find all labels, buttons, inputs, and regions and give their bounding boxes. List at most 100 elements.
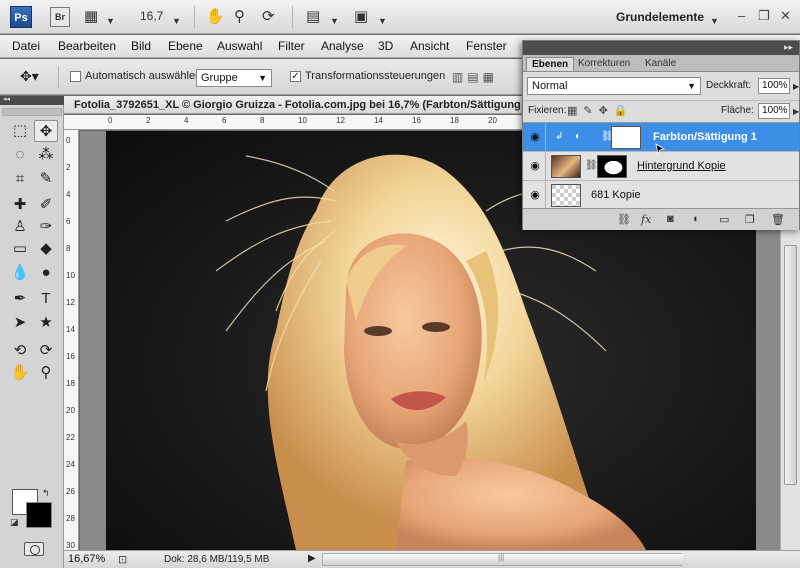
align-buttons-icon[interactable]: ▥▤▦: [452, 70, 498, 84]
zoom-dropdown-icon[interactable]: ▼: [172, 12, 181, 30]
opacity-field[interactable]: 100%: [758, 78, 790, 94]
3d-rotate-icon[interactable]: ⟲: [8, 340, 32, 362]
hand-icon[interactable]: ✋: [8, 362, 32, 384]
tab-korrekturen[interactable]: Korrekturen: [573, 57, 635, 71]
auto-select-dropdown[interactable]: Gruppe ▼: [196, 69, 272, 87]
type-tool-icon[interactable]: T: [34, 288, 58, 310]
eyedropper-icon[interactable]: ✎: [34, 168, 58, 190]
eye-icon[interactable]: ◉: [528, 189, 542, 201]
trash-icon[interactable]: 🗑: [771, 213, 785, 226]
transform-controls-checkbox[interactable]: ✓: [290, 71, 301, 82]
tools-panel-grip[interactable]: [2, 108, 62, 116]
workspace-dropdown-icon[interactable]: ▼: [710, 12, 719, 30]
tools-panel-collapse-icon[interactable]: ◂◂: [0, 96, 64, 105]
auto-select-checkbox[interactable]: [70, 71, 81, 82]
healing-brush-icon[interactable]: ✚: [8, 194, 32, 216]
arrange-documents-icon[interactable]: ▤: [306, 8, 320, 26]
new-layer-icon[interactable]: ❐: [745, 213, 755, 226]
layer-thumbnail[interactable]: [551, 155, 581, 178]
layer-name[interactable]: Hintergrund Kopie: [637, 160, 726, 172]
eye-icon[interactable]: ◉: [528, 160, 542, 172]
status-menu-arrow-icon[interactable]: ▶: [308, 553, 316, 564]
screen-mode-icon[interactable]: ▣: [354, 8, 368, 26]
bridge-button[interactable]: Br: [50, 7, 70, 27]
brush-icon[interactable]: ✐: [34, 194, 58, 216]
restore-icon[interactable]: ❐: [758, 8, 770, 24]
eraser-icon[interactable]: ▭: [8, 238, 32, 260]
move-tool-preset-icon[interactable]: ✥▾: [20, 68, 39, 85]
opacity-slider-icon[interactable]: ▶: [793, 82, 799, 91]
document-tab[interactable]: Fotolia_3792651_XL © Giorgio Gruizza - F…: [64, 96, 522, 114]
zoom-tool-icon[interactable]: ⚲: [234, 8, 245, 26]
pen-icon[interactable]: ✒: [8, 288, 32, 310]
menu-ebene[interactable]: Ebene: [168, 39, 203, 53]
menu-filter[interactable]: Filter: [278, 39, 305, 53]
clone-stamp-icon[interactable]: ♙: [8, 216, 32, 238]
menu-fenster[interactable]: Fenster: [466, 39, 507, 53]
dodge-icon[interactable]: ●: [34, 262, 58, 284]
background-color-swatch[interactable]: [26, 502, 52, 528]
marquee-icon[interactable]: ⬚: [8, 120, 32, 142]
menu-datei[interactable]: Datei: [12, 39, 40, 53]
layer-row[interactable]: ◉ ⛓ Hintergrund Kopie: [523, 152, 799, 181]
crop-icon[interactable]: ⌗: [8, 168, 32, 190]
tab-ebenen[interactable]: Ebenen: [526, 57, 575, 71]
rotate-view-icon[interactable]: ⟳: [262, 8, 275, 26]
menu-auswahl[interactable]: Auswahl: [217, 39, 262, 53]
film-strip-icon[interactable]: ▦: [84, 8, 98, 26]
fx-icon[interactable]: fx: [641, 213, 651, 226]
default-colors-icon[interactable]: ◪: [10, 517, 19, 528]
lock-options-icon[interactable]: ▦✎✥🔒: [567, 104, 634, 117]
move-tool-icon[interactable]: ✥: [34, 120, 58, 142]
vertical-ruler[interactable]: 0 2 4 6 8 10 12 14 16 18 20 22 24 26 28 30: [64, 130, 79, 550]
history-brush-icon[interactable]: ✑: [34, 216, 58, 238]
status-options-icon[interactable]: ⊡: [118, 553, 127, 566]
tab-kanaele[interactable]: Kanäle: [640, 57, 681, 71]
layer-mask-thumbnail[interactable]: [611, 126, 641, 149]
panel-header[interactable]: ▸▸: [523, 41, 799, 55]
chevron-down-icon[interactable]: ▼: [330, 12, 339, 30]
workspace-switcher[interactable]: Grundelemente: [616, 10, 704, 24]
swap-colors-icon[interactable]: ↰: [42, 488, 50, 499]
fill-field[interactable]: 100%: [758, 103, 790, 119]
layer-name[interactable]: Farbton/Sättigung 1: [653, 131, 757, 143]
layer-row[interactable]: ◉ 681 Kopie: [523, 181, 799, 210]
horizontal-scroll-thumb[interactable]: [323, 553, 683, 565]
menu-bild[interactable]: Bild: [131, 39, 151, 53]
panel-collapse-icon[interactable]: ▸▸: [784, 42, 793, 53]
close-icon[interactable]: ✕: [780, 8, 791, 24]
hand-tool-icon[interactable]: ✋: [206, 8, 225, 26]
quick-mask-button[interactable]: [24, 542, 44, 556]
zoom-icon[interactable]: ⚲: [34, 362, 58, 384]
blur-icon[interactable]: 💧: [8, 262, 32, 284]
horizontal-scrollbar[interactable]: [322, 553, 683, 566]
layer-mask-thumbnail[interactable]: [597, 155, 627, 178]
new-group-icon[interactable]: ▭: [719, 213, 729, 226]
eye-icon[interactable]: ◉: [528, 131, 542, 143]
vertical-scroll-thumb[interactable]: [784, 245, 797, 485]
lasso-icon[interactable]: ◌: [8, 144, 32, 166]
menu-3d[interactable]: 3D: [378, 39, 393, 53]
menu-bearbeiten[interactable]: Bearbeiten: [58, 39, 116, 53]
separator: [194, 6, 195, 28]
add-mask-icon[interactable]: ◙: [667, 213, 674, 225]
minimize-icon[interactable]: –: [738, 8, 745, 23]
layer-name[interactable]: 681 Kopie: [591, 189, 641, 201]
menu-ansicht[interactable]: Ansicht: [410, 39, 449, 53]
new-adjustment-icon[interactable]: ◐: [693, 213, 700, 225]
fill-slider-icon[interactable]: ▶: [793, 107, 799, 116]
3d-orbit-icon[interactable]: ⟳: [34, 340, 58, 362]
smart-object-thumbnail[interactable]: [551, 184, 581, 207]
link-layers-icon[interactable]: ⛓: [617, 213, 631, 226]
chevron-down-icon[interactable]: ▼: [106, 12, 115, 30]
blend-mode-dropdown[interactable]: Normal ▼: [527, 77, 701, 95]
chevron-down-icon[interactable]: ▼: [378, 12, 387, 30]
zoom-status-field[interactable]: 16,67%: [68, 553, 114, 567]
paint-bucket-icon[interactable]: ◆: [34, 238, 58, 260]
magic-wand-icon[interactable]: ⁂: [34, 144, 58, 166]
menu-analyse[interactable]: Analyse: [321, 39, 364, 53]
custom-shape-icon[interactable]: ★: [34, 312, 58, 334]
link-icon[interactable]: ⛓: [585, 160, 598, 171]
path-selection-icon[interactable]: ➤: [8, 312, 32, 334]
zoom-level-field[interactable]: 16,7: [140, 9, 163, 23]
